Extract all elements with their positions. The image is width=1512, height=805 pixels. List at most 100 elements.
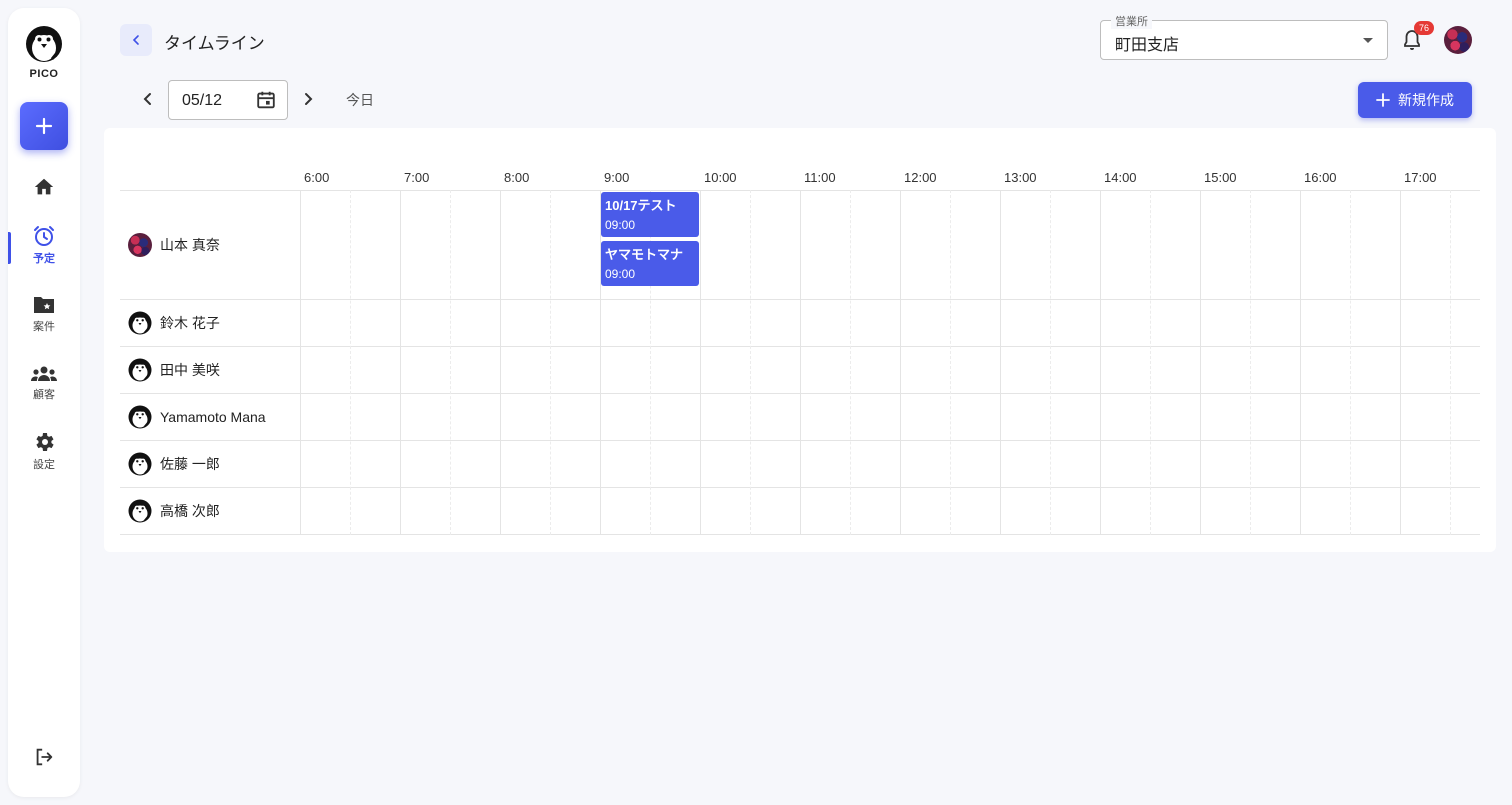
hour-gridline [300, 190, 301, 535]
person-avatar [128, 452, 152, 476]
logout-icon [36, 748, 53, 766]
schedule-event[interactable]: ヤマモトマナ 09:00 [601, 241, 699, 286]
logo-text: PICO [29, 68, 59, 80]
caret-down-icon [1363, 38, 1373, 43]
new-create-button[interactable]: 新規作成 [1358, 82, 1472, 118]
date-picker-field[interactable]: 05/12 [168, 80, 288, 120]
half-hour-gridline [1250, 190, 1251, 535]
person-row-label[interactable]: 高橋 次郎 [128, 499, 220, 523]
next-day-button[interactable] [298, 89, 318, 109]
hour-gridline [1300, 190, 1301, 535]
sidebar-item-label: 顧客 [33, 389, 55, 401]
calendar-icon[interactable] [255, 89, 277, 111]
penguin-avatar-icon [128, 358, 152, 381]
timeline-card: 6:00 7:00 8:00 9:00 10:00 11:00 12:00 13:00 14:0… [104, 128, 1496, 552]
hour-gridline [800, 190, 801, 535]
half-hour-gridline [750, 190, 751, 535]
chevron-right-icon [305, 93, 313, 105]
event-time: 09:00 [605, 218, 636, 232]
time-header-label: 9:00 [604, 170, 630, 185]
person-row-label[interactable]: 佐藤 一郎 [128, 452, 220, 476]
time-header-label: 6:00 [304, 170, 330, 185]
branch-select[interactable]: 営業所 町田支店 [1100, 13, 1388, 60]
half-hour-gridline [350, 190, 351, 535]
half-hour-gridline [950, 190, 951, 535]
plus-icon [1376, 93, 1390, 107]
time-header-label: 11:00 [804, 170, 836, 185]
new-create-label: 新規作成 [1398, 92, 1454, 108]
half-hour-gridline [850, 190, 851, 535]
alarm-clock-icon [34, 226, 54, 246]
hour-gridline [400, 190, 401, 535]
quick-create-button[interactable] [20, 102, 68, 150]
half-hour-gridline [450, 190, 451, 535]
penguin-avatar-icon [128, 405, 152, 428]
person-row-label[interactable]: 田中 美咲 [128, 358, 220, 382]
home-icon [34, 178, 54, 195]
person-name: 佐藤 一郎 [160, 455, 220, 472]
hour-gridline [500, 190, 501, 535]
previous-day-button[interactable] [138, 89, 158, 109]
hour-gridline [700, 190, 701, 535]
person-avatar [128, 358, 152, 382]
event-title: ヤマモトマナ [605, 247, 684, 262]
back-button[interactable] [120, 24, 152, 56]
penguin-avatar-icon [128, 499, 152, 522]
person-avatar [128, 232, 152, 257]
person-avatar [128, 311, 152, 335]
half-hour-gridline [1050, 190, 1051, 535]
person-name: 高橋 次郎 [160, 502, 220, 519]
branch-select-label: 営業所 [1111, 13, 1152, 29]
person-avatar [128, 405, 152, 429]
time-header-label: 17:00 [1404, 170, 1437, 185]
chevron-left-icon [143, 93, 151, 105]
sidebar-item-settings[interactable]: 設定 [8, 430, 80, 472]
page-title: タイムライン [164, 34, 265, 53]
today-button[interactable]: 今日 [338, 90, 382, 110]
person-name: 鈴木 花子 [160, 314, 220, 331]
half-hour-gridline [1150, 190, 1151, 535]
sidebar-item-label: 案件 [33, 321, 55, 333]
hour-gridline [1200, 190, 1201, 535]
notification-count-badge: 76 [1414, 21, 1434, 35]
logout-button[interactable] [8, 746, 80, 768]
time-header-label: 12:00 [904, 170, 937, 185]
sidebar-item-label: 設定 [33, 459, 55, 471]
sidebar-item-customers[interactable]: 顧客 [8, 364, 80, 402]
time-header-label: 10:00 [704, 170, 737, 185]
person-name: 田中 美咲 [160, 361, 220, 378]
pico-logo[interactable]: PICO [24, 24, 64, 90]
schedule-event[interactable]: 10/17テスト 09:00 [601, 192, 699, 237]
person-row-label[interactable]: Yamamoto Mana [128, 405, 266, 429]
user-avatar[interactable] [1444, 26, 1472, 54]
group-icon [31, 366, 57, 381]
half-hour-gridline [550, 190, 551, 535]
sidebar-item-projects[interactable]: 案件 [8, 294, 80, 334]
gear-icon [36, 433, 54, 451]
chevron-left-icon [132, 35, 139, 45]
event-title: 10/17テスト [605, 198, 677, 213]
timeline-grid: 山本 真奈鈴木 花子田中 美咲 Yamamoto Mana 佐藤 一郎高橋 次郎 10… [120, 190, 1480, 535]
penguin-avatar-icon [128, 311, 152, 334]
hour-gridline [1000, 190, 1001, 535]
folder-star-icon [34, 297, 54, 313]
sidebar-item-label: 予定 [33, 253, 55, 265]
sidebar-item-home[interactable] [8, 176, 80, 198]
time-header-label: 8:00 [504, 170, 530, 185]
sidebar: PICO 予定 案件 顧客 設定 [8, 8, 80, 797]
person-row-label[interactable]: 山本 真奈 [128, 232, 220, 257]
time-header-label: 7:00 [404, 170, 430, 185]
person-row-label[interactable]: 鈴木 花子 [128, 311, 220, 335]
person-name: Yamamoto Mana [160, 408, 266, 425]
sidebar-item-schedule[interactable]: 予定 [8, 224, 80, 266]
person-name: 山本 真奈 [160, 236, 220, 253]
time-header-label: 16:00 [1304, 170, 1337, 185]
time-header-label: 15:00 [1204, 170, 1237, 185]
event-time: 09:00 [605, 267, 636, 281]
hour-gridline [900, 190, 901, 535]
time-header-label: 13:00 [1004, 170, 1037, 185]
half-hour-gridline [1350, 190, 1351, 535]
hour-gridline [1400, 190, 1401, 535]
penguin-avatar-icon [128, 452, 152, 475]
hour-gridline [1100, 190, 1101, 535]
